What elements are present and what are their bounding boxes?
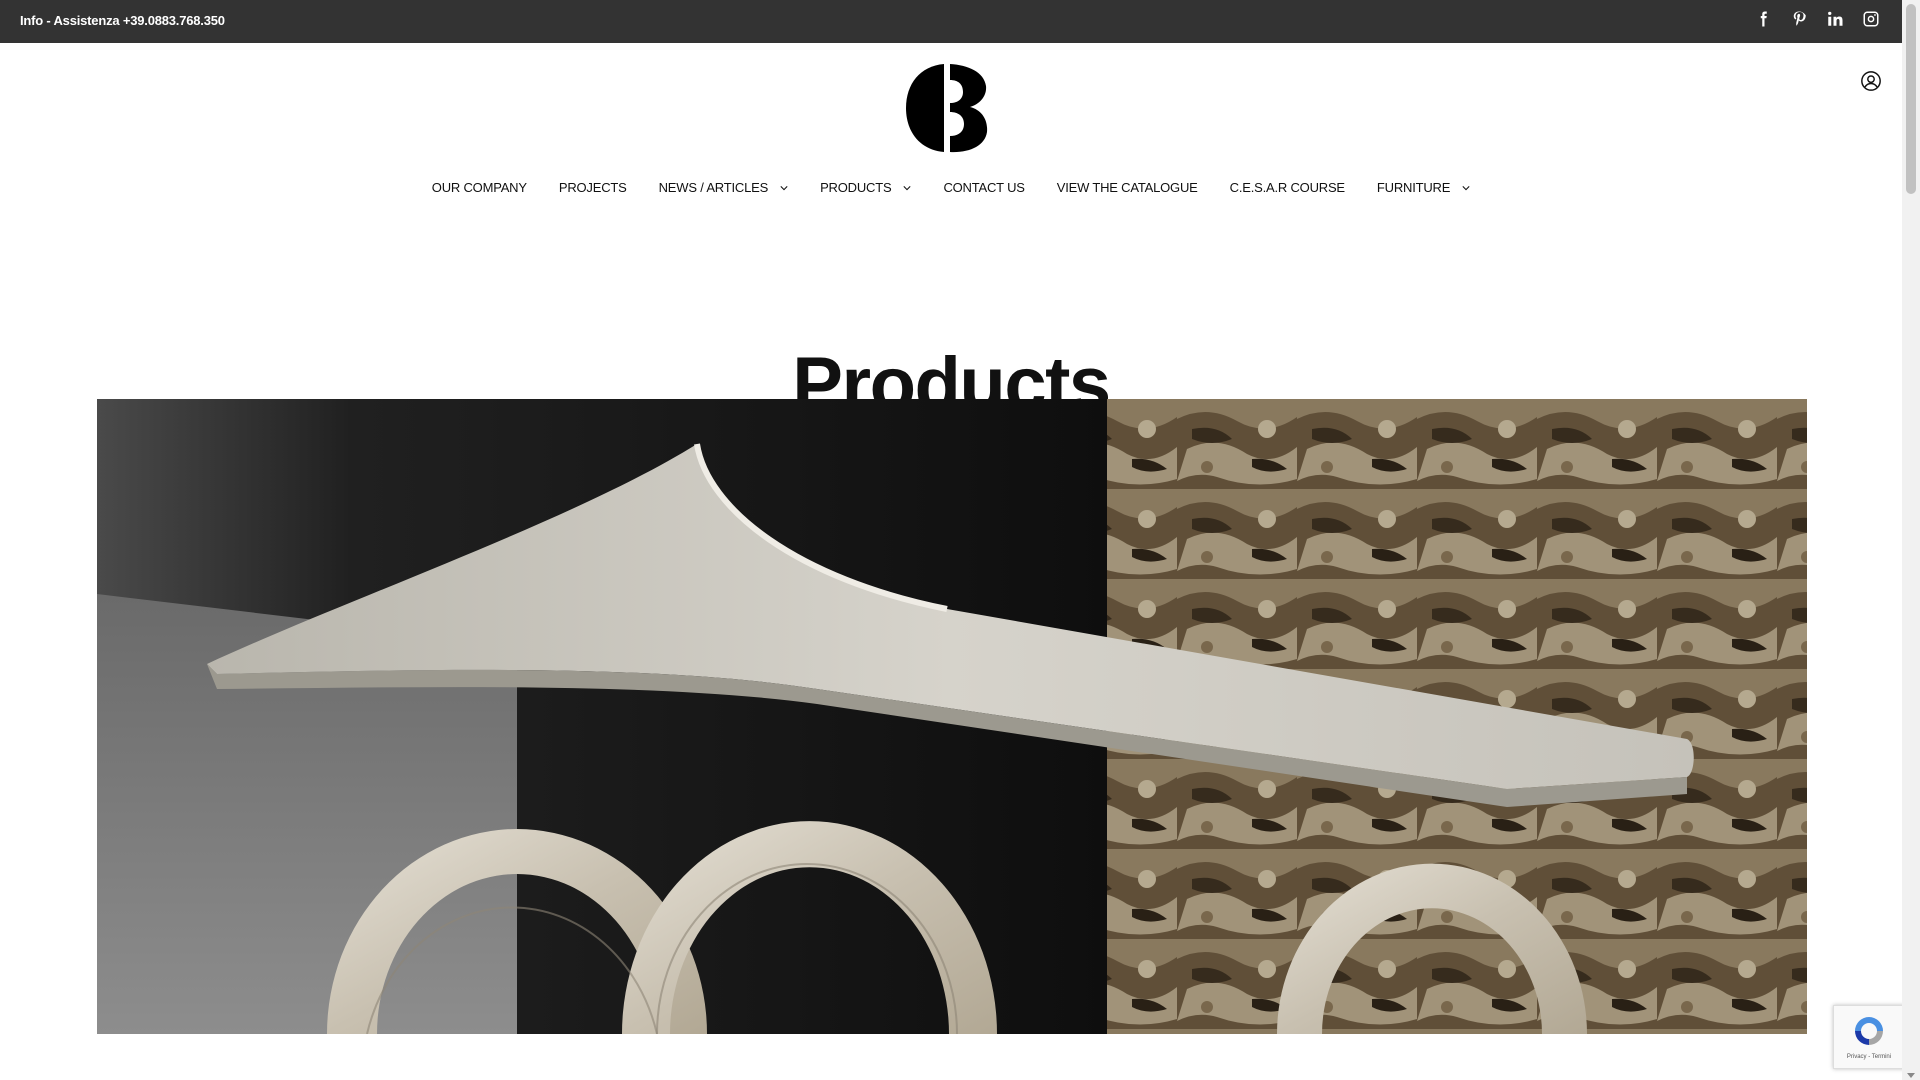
nav-item-label: OUR COMPANY bbox=[431, 180, 527, 195]
nav-item-label: C.E.S.A.R COURSE bbox=[1229, 180, 1345, 195]
nav-item-label: NEWS / ARTICLES bbox=[658, 180, 769, 195]
nav-item-label: VIEW THE CATALOGUE bbox=[1056, 180, 1198, 195]
nav-item-label: PRODUCTS bbox=[820, 180, 892, 195]
nav-item-label: CONTACT US bbox=[943, 180, 1025, 195]
main-navigation: OUR COMPANY PROJECTS NEWS / ARTICLES PRO… bbox=[0, 180, 1902, 195]
page-scrollbar[interactable] bbox=[1902, 0, 1920, 1080]
chevron-down-icon bbox=[780, 185, 788, 190]
top-bar: Info - Assistenza +39.0883.768.350 bbox=[0, 0, 1902, 43]
nav-item-cesar-course[interactable]: C.E.S.A.R COURSE bbox=[1214, 180, 1361, 195]
nav-item-label: FURNITURE bbox=[1376, 180, 1451, 195]
user-account-icon[interactable] bbox=[1860, 70, 1882, 92]
scrollbar-thumb[interactable] bbox=[1906, 4, 1916, 194]
nav-item-view-catalogue[interactable]: VIEW THE CATALOGUE bbox=[1041, 180, 1214, 195]
recaptcha-icon bbox=[1855, 1017, 1883, 1045]
hero-image bbox=[97, 399, 1807, 1034]
scroll-down-arrow-icon[interactable] bbox=[1907, 1073, 1915, 1078]
chevron-down-icon bbox=[903, 185, 912, 190]
nav-item-projects[interactable]: PROJECTS bbox=[543, 180, 643, 195]
social-links bbox=[1754, 10, 1880, 28]
brand-logo[interactable] bbox=[906, 62, 988, 154]
nav-item-news-articles[interactable]: NEWS / ARTICLES bbox=[643, 180, 804, 195]
recaptcha-links[interactable]: Privacy - Termini bbox=[1834, 1054, 1904, 1060]
chevron-down-icon bbox=[1462, 185, 1470, 190]
nav-item-label: PROJECTS bbox=[558, 180, 627, 195]
recaptcha-badge[interactable]: Privacy - Termini bbox=[1833, 1005, 1905, 1069]
nav-item-furniture[interactable]: FURNITURE bbox=[1361, 180, 1486, 195]
nav-item-products[interactable]: PRODUCTS bbox=[804, 180, 927, 195]
contact-info[interactable]: Info - Assistenza +39.0883.768.350 bbox=[20, 13, 225, 28]
instagram-icon[interactable] bbox=[1862, 10, 1880, 28]
linkedin-icon[interactable] bbox=[1826, 10, 1844, 28]
facebook-icon[interactable] bbox=[1754, 10, 1772, 28]
nav-item-our-company[interactable]: OUR COMPANY bbox=[416, 180, 543, 195]
nav-item-contact-us[interactable]: CONTACT US bbox=[927, 180, 1040, 195]
pinterest-icon[interactable] bbox=[1790, 10, 1808, 28]
